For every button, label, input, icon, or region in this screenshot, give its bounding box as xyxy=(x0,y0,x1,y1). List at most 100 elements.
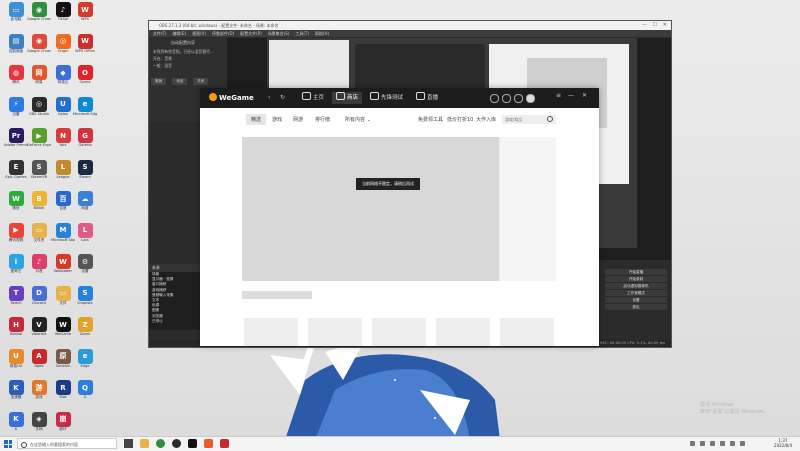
desktop-icon[interactable]: H Honkai xyxy=(4,317,28,345)
desktop-icon[interactable]: W WeGame xyxy=(51,317,75,345)
tab-home[interactable]: 主页 xyxy=(298,92,328,104)
control-button[interactable]: 设置 xyxy=(605,297,667,303)
desktop-icon[interactable]: W Wallpaper xyxy=(51,254,75,282)
desktop-icon[interactable]: ☁ 网盘 xyxy=(73,191,97,219)
subnav-new-arrivals[interactable]: 大作入库 xyxy=(476,116,496,123)
network-icon[interactable] xyxy=(700,441,705,446)
desktop-icon[interactable]: L Lala xyxy=(73,222,97,251)
back-icon[interactable]: ‹ xyxy=(268,94,270,101)
ime-icon[interactable] xyxy=(730,441,735,446)
desktop-icon[interactable]: ◉Google Chrome xyxy=(27,2,51,30)
desktop-icon[interactable]: 百百度 xyxy=(51,191,75,219)
avatar[interactable] xyxy=(526,94,535,103)
obs-menu-item[interactable]: 帮助(H) xyxy=(315,31,329,36)
desktop-icon[interactable]: ♪ TikTok xyxy=(51,2,75,30)
desktop-icon[interactable]: ▭ 文件夹 xyxy=(27,222,51,251)
menu-icon[interactable]: ≡ xyxy=(556,92,561,99)
desktop-icon[interactable]: ◉Google Chrome xyxy=(27,33,51,62)
desktop-icon[interactable]: S Snipaste xyxy=(73,285,97,314)
desktop-icon[interactable]: ▶GeForce Experience xyxy=(27,128,51,156)
obs-titlebar[interactable]: OBS 27.1.3 (64-bit, windows) - 配置文件: 未命名… xyxy=(149,21,671,30)
desktop-icon[interactable]: V Valorant xyxy=(27,317,51,345)
control-button[interactable]: 退出 xyxy=(605,304,667,310)
battery-icon[interactable] xyxy=(720,441,725,446)
add-button[interactable]: 添加 xyxy=(172,78,188,85)
obs-menu-item[interactable]: 编辑(E) xyxy=(172,31,186,36)
windows-start-icon[interactable] xyxy=(4,440,12,448)
volume-icon[interactable] xyxy=(710,441,715,446)
close-icon[interactable]: ✕ xyxy=(582,92,587,99)
desktop-icon[interactable]: W WPS Office xyxy=(73,33,97,62)
notification-icon[interactable] xyxy=(740,441,745,446)
desktop-icon[interactable]: S SteamVR xyxy=(27,159,51,188)
desktop-icon[interactable]: U 网易UU xyxy=(4,348,28,377)
tab-pioneer-test[interactable]: 先锋测试 xyxy=(366,92,407,104)
desktop-icon[interactable]: ▭ 此电脑 xyxy=(4,2,28,30)
desktop-icon[interactable]: QQ xyxy=(73,380,97,408)
subnav-games[interactable]: 游戏 xyxy=(272,116,282,123)
refresh-icon[interactable]: ↻ xyxy=(280,94,285,101)
desktop-icon[interactable]: 游游戏 xyxy=(27,380,51,408)
desktop-icon[interactable]: O Opera xyxy=(73,65,97,93)
desktop-icon[interactable]: G Garena xyxy=(73,128,97,156)
desktop-icon[interactable]: i 爱奇艺 xyxy=(4,254,28,282)
desktop-icon[interactable]: ▭ 文件 xyxy=(51,285,75,314)
desktop-icon[interactable]: L League xyxy=(51,159,75,188)
close-icon[interactable]: ✕ xyxy=(663,21,667,30)
desktop-icon[interactable]: ◆ 网易云 xyxy=(51,65,75,93)
desktop-icon[interactable]: T Twitch xyxy=(4,285,28,314)
source-item[interactable]: 已停止 xyxy=(149,319,201,324)
desktop-icon[interactable]: B Bilibili xyxy=(27,191,51,219)
desktop-icon[interactable]: A Apex xyxy=(27,348,51,377)
obs-menu-item[interactable]: 配置文件(P) xyxy=(240,31,262,36)
desktop-icon[interactable]: E Epic Games xyxy=(4,159,28,188)
subnav-online[interactable]: 网游 xyxy=(293,116,303,123)
app-icon[interactable] xyxy=(204,439,213,448)
desktop-icon[interactable]: W WPS xyxy=(73,2,97,30)
minimize-icon[interactable]: — xyxy=(568,92,574,99)
minimize-icon[interactable]: — xyxy=(642,21,647,30)
obs-menu-item[interactable]: 停靠部件(D) xyxy=(212,31,234,36)
desktop-icon[interactable]: 网网易 xyxy=(27,65,51,93)
desktop-icon[interactable]: U Uplay xyxy=(51,96,75,125)
tab-live[interactable]: 直播 xyxy=(412,92,442,104)
game-card-placeholder[interactable] xyxy=(244,318,298,346)
maximize-icon[interactable]: ☐ xyxy=(653,21,657,30)
obs-menu-item[interactable]: 场景集合(S) xyxy=(268,31,290,36)
desktop-icon[interactable]: S Steam xyxy=(73,159,97,188)
tray-chevron-icon[interactable] xyxy=(690,441,695,446)
taskbar-clock[interactable]: 1:37 2022/8/4 xyxy=(774,438,792,448)
desktop-icon[interactable]: ◎ OBS Studio xyxy=(27,96,51,125)
app-icon[interactable] xyxy=(220,439,229,448)
search-icon[interactable] xyxy=(547,116,553,122)
control-button[interactable]: 启动虚拟摄像机 xyxy=(605,283,667,289)
subnav-free-tools[interactable]: 免费领工具 xyxy=(418,116,443,123)
control-button[interactable]: 工作室模式 xyxy=(605,290,667,296)
desktop-icon[interactable]: e Microsoft Edge xyxy=(73,96,97,125)
obs-menu-item[interactable]: 工具(T) xyxy=(295,31,309,36)
game-card-placeholder[interactable] xyxy=(500,318,554,346)
obs-menu-item[interactable]: 文件(F) xyxy=(153,31,166,36)
game-card-placeholder[interactable] xyxy=(436,318,490,346)
game-card-placeholder[interactable] xyxy=(308,318,362,346)
desktop-icon[interactable]: ♪ 抖音 xyxy=(27,254,51,282)
subnav-discount[interactable]: 低价打折10 xyxy=(447,116,473,123)
subnav-all[interactable]: 所有内容 ⌄ xyxy=(345,116,371,123)
game-card-placeholder[interactable] xyxy=(372,318,426,346)
undo-button[interactable]: 撤销 xyxy=(151,78,167,85)
file-explorer-icon[interactable] xyxy=(140,439,149,448)
subnav-featured[interactable]: 精选 xyxy=(246,114,267,125)
desktop-icon[interactable]: W 微信 xyxy=(4,191,28,219)
wegame-icon[interactable] xyxy=(188,439,197,448)
desktop-icon[interactable]: ▶ 腾讯视频 xyxy=(4,222,28,251)
desktop-icon[interactable]: ⚙ 设置 xyxy=(73,254,97,282)
desktop-icon[interactable]: Z Zoom xyxy=(73,317,97,345)
chrome-icon[interactable] xyxy=(156,439,165,448)
taskbar-search-input[interactable]: 在这里输入你要搜索的内容 xyxy=(17,438,117,449)
message-icon[interactable] xyxy=(502,94,511,103)
control-button[interactable]: 开始直播 xyxy=(605,269,667,275)
close-button[interactable]: 关闭 xyxy=(193,78,209,85)
tab-store[interactable]: 商店 xyxy=(332,92,363,104)
download-icon[interactable] xyxy=(490,94,499,103)
desktop-icon[interactable]: ▤ 控制面板 xyxy=(4,33,28,62)
